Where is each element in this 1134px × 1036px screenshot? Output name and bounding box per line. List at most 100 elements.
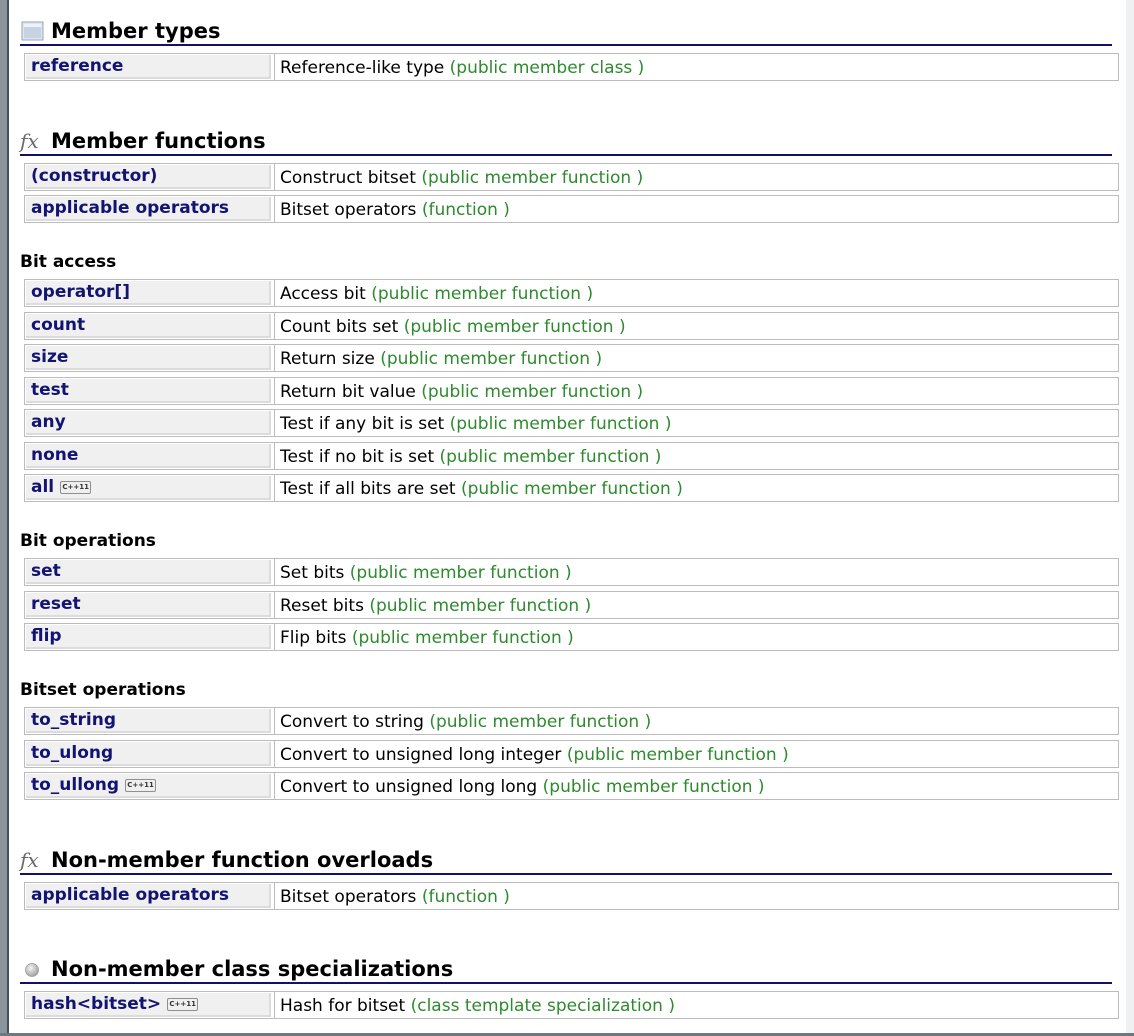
description-text: Set bits: [280, 563, 345, 583]
row-description: Return size (public member function ): [280, 348, 602, 370]
cell-divider: [274, 708, 275, 734]
description-text: Test if all bits are set: [280, 479, 456, 499]
row-description: Convert to string (public member functio…: [280, 711, 651, 733]
member-link-test[interactable]: test: [26, 379, 271, 403]
member-link-applicable-operators-nonmember[interactable]: applicable operators: [26, 884, 271, 908]
description-text: Bitset operators: [280, 200, 417, 220]
table-row: flip Flip bits (public member function ): [24, 623, 1119, 651]
left-border-line: [7, 0, 9, 1036]
cell-divider: [274, 592, 275, 618]
member-link-operator-brackets[interactable]: operator[]: [26, 281, 271, 305]
description-text: Return bit value: [280, 382, 416, 402]
cell-divider: [274, 992, 275, 1018]
cell-divider: [274, 164, 275, 190]
category-label: (public member function ): [421, 168, 644, 188]
row-description: Test if any bit is set (public member fu…: [280, 413, 672, 435]
member-link-to-ullong[interactable]: to_ullong C++11: [26, 774, 271, 798]
cell-divider: [274, 773, 275, 799]
section-title-member-functions: fx Member functions: [20, 128, 1112, 156]
member-link-count[interactable]: count: [26, 314, 271, 338]
description-text: Return size: [280, 349, 375, 369]
category-label: (public member function ): [429, 712, 652, 732]
member-name: all: [31, 477, 55, 497]
table-row: to_string Convert to string (public memb…: [24, 707, 1119, 735]
member-link-to-ulong[interactable]: to_ulong: [26, 742, 271, 766]
section-heading: Member types: [51, 19, 221, 43]
row-description: Construct bitset (public member function…: [280, 167, 643, 189]
section-title-nonmember-specializations: Non-member class specializations: [20, 956, 1112, 984]
description-text: Count bits set: [280, 317, 399, 337]
row-description: Test if all bits are set (public member …: [280, 478, 683, 500]
subheading-bitset-operations: Bitset operations: [20, 680, 186, 700]
cpp11-badge: C++11: [60, 481, 92, 494]
description-text: Construct bitset: [280, 168, 416, 188]
table-row: to_ullong C++11 Convert to unsigned long …: [24, 772, 1119, 800]
member-link-flip[interactable]: flip: [26, 625, 271, 649]
row-description: Flip bits (public member function ): [280, 627, 574, 649]
cpp11-badge: C++11: [167, 998, 199, 1011]
category-label: (public member function ): [403, 317, 626, 337]
cell-divider: [274, 559, 275, 585]
member-link-size[interactable]: size: [26, 346, 271, 370]
cell-divider: [274, 624, 275, 650]
row-description: Count bits set (public member function ): [280, 316, 626, 338]
member-link-to-string[interactable]: to_string: [26, 709, 271, 733]
table-row: set Set bits (public member function ): [24, 558, 1119, 586]
row-description: Reset bits (public member function ): [280, 595, 591, 617]
cell-divider: [274, 883, 275, 909]
category-label: (public member function ): [421, 382, 644, 402]
description-text: Flip bits: [280, 628, 347, 648]
section-heading: Non-member class specializations: [51, 957, 454, 981]
fx-icon: fx: [20, 848, 39, 872]
table-row: any Test if any bit is set (public membe…: [24, 409, 1119, 437]
member-link-hash-bitset[interactable]: hash<bitset> C++11: [26, 993, 271, 1017]
row-description: Set bits (public member function ): [280, 562, 572, 584]
member-link-reference[interactable]: reference: [26, 55, 271, 79]
description-text: Test if any bit is set: [280, 414, 445, 434]
member-name: to_ullong: [31, 775, 120, 795]
member-link-any[interactable]: any: [26, 411, 271, 435]
cell-divider: [274, 280, 275, 306]
row-description: Reference-like type (public member class…: [280, 57, 644, 79]
row-description: Convert to unsigned long integer (public…: [280, 744, 789, 766]
row-description: Bitset operators (function ): [280, 886, 510, 908]
left-border: [0, 0, 7, 1036]
row-description: Hash for bitset (class template speciali…: [280, 995, 675, 1017]
row-description: Convert to unsigned long long (public me…: [280, 776, 765, 798]
member-link-applicable-operators[interactable]: applicable operators: [26, 197, 271, 221]
cpp11-badge: C++11: [125, 779, 157, 792]
category-label: (public member function ): [566, 745, 789, 765]
category-label: (public member function ): [369, 596, 592, 616]
member-link-reset[interactable]: reset: [26, 593, 271, 617]
cell-divider: [274, 410, 275, 436]
category-label: (public member function ): [460, 479, 683, 499]
bullet-icon: [20, 958, 46, 980]
subheading-bit-operations: Bit operations: [20, 531, 156, 551]
member-link-none[interactable]: none: [26, 444, 271, 468]
table-row: applicable operators Bitset operators (f…: [24, 195, 1119, 223]
cell-divider: [274, 196, 275, 222]
row-description: Test if no bit is set (public member fun…: [280, 446, 661, 468]
table-row: none Test if no bit is set (public membe…: [24, 442, 1119, 470]
description-text: Access bit: [280, 284, 366, 304]
member-link-constructor[interactable]: (constructor): [26, 165, 271, 189]
category-label: (public member function ): [371, 284, 594, 304]
member-link-all[interactable]: all C++11: [26, 476, 271, 500]
row-description: Return bit value (public member function…: [280, 381, 643, 403]
member-link-set[interactable]: set: [26, 560, 271, 584]
category-label: (public member function ): [349, 563, 572, 583]
category-label: (function ): [421, 200, 510, 220]
description-text: Reference-like type: [280, 58, 445, 78]
category-label: (function ): [421, 887, 510, 907]
category-label: (public member class ): [449, 58, 645, 78]
table-row: reset Reset bits (public member function…: [24, 591, 1119, 619]
description-text: Reset bits: [280, 596, 364, 616]
category-label: (public member function ): [449, 414, 672, 434]
cell-divider: [274, 54, 275, 80]
description-text: Convert to unsigned long integer: [280, 745, 562, 765]
subheading-bit-access: Bit access: [20, 252, 117, 272]
section-title-member-types: Member types: [20, 18, 1112, 46]
cell-divider: [274, 378, 275, 404]
category-label: (public member function ): [380, 349, 603, 369]
section-heading: Member functions: [51, 129, 266, 153]
